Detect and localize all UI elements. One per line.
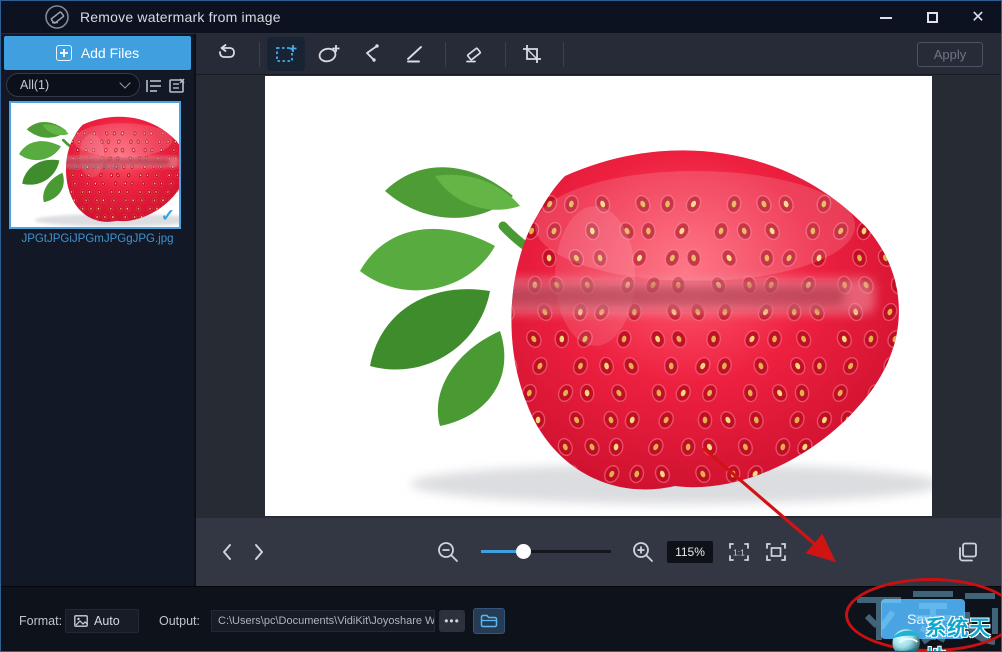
chevron-down-icon (119, 77, 130, 88)
toolbar-divider (445, 42, 446, 67)
image-canvas[interactable] (265, 76, 932, 516)
save-button[interactable]: Save (881, 599, 965, 639)
zoom-percentage-readout[interactable]: 115% (667, 541, 713, 563)
open-output-folder-button[interactable] (473, 608, 505, 634)
minimize-icon (880, 17, 892, 19)
apply-button[interactable]: Apply (917, 42, 983, 67)
app-window: Remove watermark from image ✕ Add Files … (0, 0, 1002, 652)
format-dropdown[interactable]: Auto (65, 609, 139, 633)
ellipse-select-icon (317, 43, 341, 65)
zoom-out-button[interactable] (436, 540, 460, 564)
actual-size-button[interactable]: 1:1 (726, 540, 752, 564)
toolbar-divider (259, 42, 260, 67)
ellipse-select-tool[interactable] (310, 37, 348, 71)
crop-tool[interactable] (513, 37, 551, 71)
remove-file-icon[interactable] (167, 76, 187, 96)
file-name-label: JPGtJPGiJPGmJPGgJPG.jpg (1, 233, 194, 245)
preview-area: 115% 1:1 (196, 75, 1002, 586)
selected-check-icon: ✓ (161, 206, 175, 226)
minimize-button[interactable] (863, 1, 909, 34)
thumbnail-watermark-text: wondershare (11, 162, 179, 172)
preview-controls-bar: 115% 1:1 (196, 518, 1002, 586)
list-view-icon[interactable] (144, 76, 164, 96)
body-row: Add Files All(1) (1, 34, 1002, 586)
zoom-in-button[interactable] (631, 540, 655, 564)
undo-icon (216, 43, 238, 65)
add-files-label: Add Files (81, 45, 139, 61)
title-bar: Remove watermark from image ✕ (1, 1, 1001, 34)
toolbar-divider (505, 42, 506, 67)
eraser-icon (462, 43, 484, 65)
status-bar: Format: Auto Output: C:\Users\pc\Documen… (1, 586, 1002, 652)
crop-icon (521, 43, 543, 65)
marquee-select-icon (274, 43, 298, 65)
window-title: Remove watermark from image (80, 9, 281, 25)
output-path-field[interactable]: C:\Users\pc\Documents\VidiKit\Joyoshare … (211, 610, 435, 632)
add-files-button[interactable]: Add Files (4, 36, 191, 70)
file-filter-value: All(1) (20, 78, 49, 92)
compare-original-button[interactable] (956, 540, 980, 564)
file-sidebar: Add Files All(1) (1, 34, 194, 586)
format-label: Format: (19, 614, 62, 628)
maximize-icon (927, 12, 938, 23)
image-format-icon (74, 615, 88, 627)
app-eraser-icon (44, 4, 70, 30)
file-thumbnail[interactable]: wondershare ✓ (9, 101, 181, 229)
fit-to-screen-button[interactable] (763, 540, 789, 564)
file-filter-dropdown[interactable]: All(1) (6, 73, 140, 97)
folder-icon (480, 614, 498, 628)
line-tool[interactable] (396, 37, 434, 71)
zoom-slider-handle[interactable] (516, 544, 531, 559)
eraser-tool[interactable] (454, 37, 492, 71)
filter-row: All(1) (1, 73, 194, 101)
next-image-button[interactable] (252, 542, 266, 562)
format-value: Auto (94, 614, 120, 628)
marquee-select-tool[interactable] (267, 37, 305, 71)
browse-output-button[interactable]: ••• (439, 610, 465, 632)
add-plus-icon (56, 45, 72, 61)
output-label: Output: (159, 614, 200, 628)
maximize-button[interactable] (909, 1, 955, 34)
svg-text:1:1: 1:1 (733, 548, 745, 558)
undo-button[interactable] (208, 37, 246, 71)
content-area: Apply (196, 34, 1002, 586)
edit-toolbar: Apply (196, 34, 1002, 75)
toolbar-divider (563, 42, 564, 67)
strawberry-image (265, 76, 932, 516)
zoom-slider[interactable] (481, 550, 611, 554)
line-tool-icon (404, 43, 426, 65)
close-button[interactable]: ✕ (955, 1, 1001, 34)
polygon-select-icon (361, 43, 383, 65)
previous-image-button[interactable] (220, 542, 234, 562)
close-icon: ✕ (971, 10, 984, 26)
zoom-slider-track (523, 550, 611, 553)
polygon-select-tool[interactable] (353, 37, 391, 71)
